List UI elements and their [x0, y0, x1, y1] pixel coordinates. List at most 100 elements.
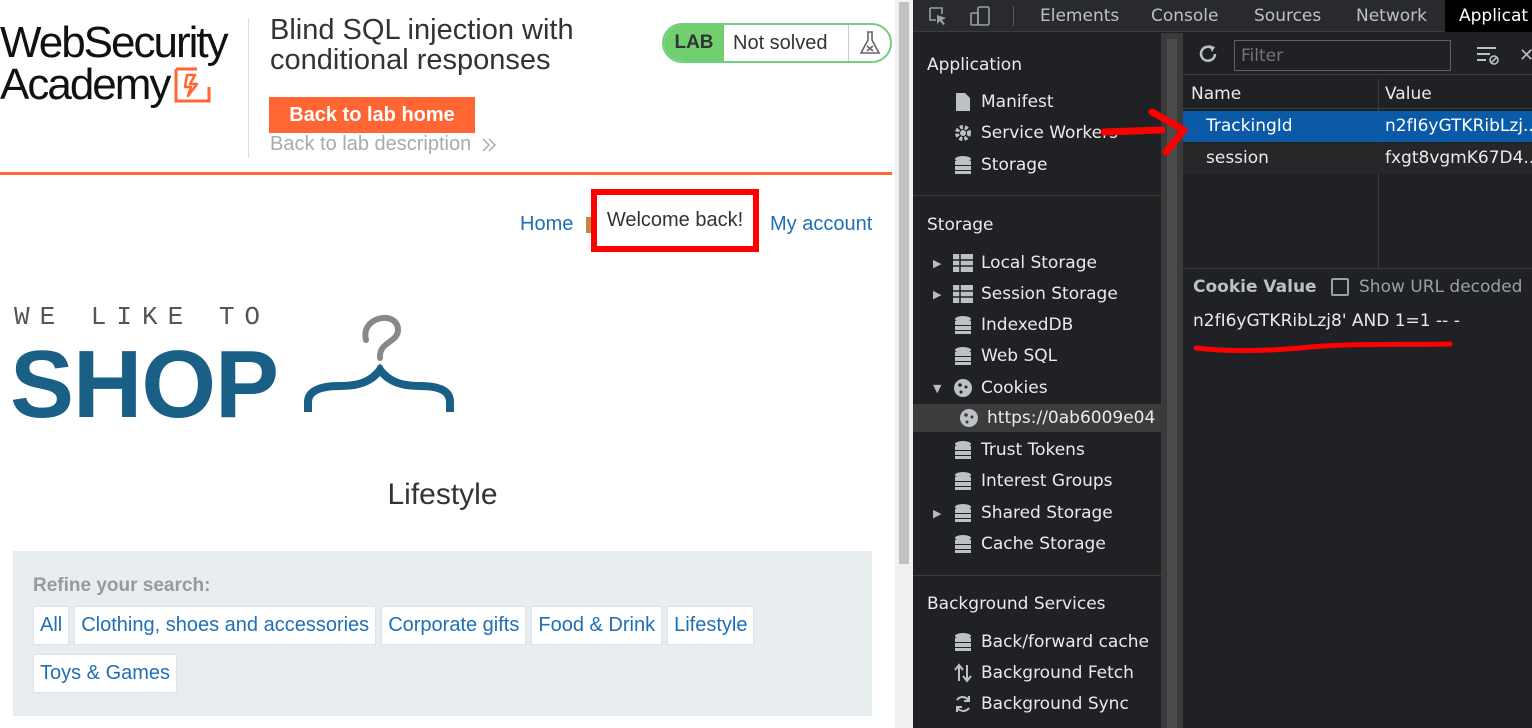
sidebar-item-session-storage[interactable]: ▶ Session Storage [933, 280, 1161, 308]
sidebar-item-label: Background Sync [981, 694, 1129, 714]
database-icon [953, 346, 973, 366]
table-row[interactable]: session fxgt8vgmK67D4... [1183, 143, 1532, 174]
sidebar-item-back-forward-cache[interactable]: Back/forward cache [933, 628, 1161, 656]
database-icon [953, 471, 973, 491]
expand-arrow-icon[interactable]: ▶ [933, 507, 947, 520]
sidebar-divider [913, 575, 1161, 576]
sidebar-item-label: IndexedDB [981, 315, 1074, 335]
sidebar-item-indexeddb[interactable]: IndexedDB [933, 311, 1161, 339]
database-icon [953, 315, 973, 335]
nav-my-account-link[interactable]: My account [770, 213, 872, 236]
flask-icon [849, 25, 890, 61]
cookie-value: n2fI6yGTKRibLzj... [1385, 116, 1532, 136]
cookie-name: session [1206, 148, 1269, 168]
sidebar-item-web-sql[interactable]: Web SQL [933, 342, 1161, 370]
shop-logo-wordmark: SHOP [10, 331, 279, 438]
column-header-value[interactable]: Value [1385, 84, 1432, 104]
filter-tag-clothing[interactable]: Clothing, shoes and accessories [74, 606, 377, 645]
tab-sources[interactable]: Sources [1240, 0, 1335, 32]
sidebar-item-cookie-origin[interactable]: https://0ab6009e04 [913, 404, 1161, 432]
cookies-toolbar: ✕ [1183, 33, 1532, 75]
sidebar-item-trust-tokens[interactable]: Trust Tokens [933, 436, 1161, 464]
sidebar-item-local-storage[interactable]: ▶ Local Storage [933, 249, 1161, 277]
nav-home-link[interactable]: Home [520, 213, 573, 236]
double-chevron-right-icon [482, 137, 497, 152]
category-title: Lifestyle [387, 478, 498, 511]
page-scrollbar-thumb[interactable] [899, 2, 909, 564]
tab-console[interactable]: Console [1137, 0, 1233, 32]
sidebar-item-cache-storage[interactable]: Cache Storage [933, 530, 1161, 558]
sidebar-item-label: Back/forward cache [981, 632, 1149, 652]
sidebar-section-application: Application [927, 55, 1022, 75]
database-icon [953, 440, 973, 460]
lab-status-badge: LAB Not solved [662, 23, 892, 63]
cookie-value-text[interactable]: n2fI6yGTKRibLzj8' AND 1=1 -- - [1193, 311, 1460, 331]
device-toolbar-icon[interactable] [969, 5, 991, 27]
lab-title: Blind SQL injection with conditional res… [270, 14, 574, 76]
collapse-arrow-icon[interactable]: ▼ [933, 382, 947, 395]
tab-elements[interactable]: Elements [1026, 0, 1133, 32]
cookies-table-header: Name Value [1183, 79, 1532, 109]
shop-logo-tagline: WE LIKE TO [14, 302, 271, 332]
sidebar-item-label: Local Storage [981, 253, 1097, 273]
filter-label: Refine your search: [33, 575, 211, 596]
welcome-back-message: Welcome back! [591, 189, 759, 252]
page-scrollbar[interactable] [895, 0, 913, 728]
sidebar-item-interest-groups[interactable]: Interest Groups [933, 467, 1161, 495]
inspect-element-icon[interactable] [927, 5, 949, 27]
sidebar-item-label: https://0ab6009e04 [987, 408, 1156, 428]
sidebar-section-storage: Storage [927, 215, 994, 235]
sidebar-item-cookies[interactable]: ▼ Cookies [933, 374, 1161, 402]
expand-arrow-icon[interactable]: ▶ [933, 257, 947, 270]
back-to-lab-home-button[interactable]: Back to lab home [269, 97, 475, 133]
lab-web-page: WebSecurity Academy Blind SQL injection … [0, 0, 895, 728]
sidebar-item-shared-storage[interactable]: ▶ Shared Storage [933, 499, 1161, 527]
filter-tags: All Clothing, shoes and accessories Corp… [33, 606, 863, 693]
academy-bolt-icon [174, 67, 211, 103]
cookie-icon [959, 408, 979, 428]
annotation-underline [1193, 341, 1453, 354]
clear-filtered-icon[interactable] [1476, 44, 1500, 66]
filter-tag-corporate-gifts[interactable]: Corporate gifts [381, 606, 527, 645]
show-url-decoded-label[interactable]: Show URL decoded [1359, 277, 1522, 297]
filter-tag-lifestyle[interactable]: Lifestyle [667, 606, 755, 645]
sidebar-item-background-fetch[interactable]: Background Fetch [933, 659, 1161, 687]
table-row[interactable]: TrackingId n2fI6yGTKRibLzj... [1183, 111, 1532, 142]
cookie-name: TrackingId [1206, 116, 1293, 136]
table-bottom-border[interactable] [1183, 268, 1532, 269]
sidebar-section-background-services: Background Services [927, 594, 1106, 614]
cookie-icon [953, 378, 973, 398]
sidebar-item-background-sync[interactable]: Background Sync [933, 690, 1161, 718]
sidebar-item-label: Cache Storage [981, 534, 1106, 554]
cookie-value-header: Cookie Value [1193, 277, 1317, 297]
sidebar-item-label: Shared Storage [981, 503, 1113, 523]
filter-tag-food-drink[interactable]: Food & Drink [531, 606, 663, 645]
column-header-name[interactable]: Name [1191, 84, 1241, 104]
logo-line1: WebSecurity [0, 18, 229, 67]
filter-tag-toys-games[interactable]: Toys & Games [33, 654, 178, 693]
web-security-academy-logo[interactable]: WebSecurity Academy [0, 18, 250, 109]
close-icon[interactable]: ✕ [1519, 45, 1532, 66]
cookie-value: fxgt8vgmK67D4... [1385, 148, 1532, 168]
sidebar-item-label: Session Storage [981, 284, 1118, 304]
show-url-decoded-checkbox[interactable] [1331, 278, 1349, 296]
sidebar-item-label: Manifest [981, 92, 1054, 112]
logo-line2: Academy [0, 60, 171, 109]
back-to-lab-description-link[interactable]: Back to lab description [270, 133, 497, 156]
tab-network[interactable]: Network [1342, 0, 1441, 32]
expand-arrow-icon[interactable]: ▶ [933, 288, 947, 301]
tab-application[interactable]: Applicat [1445, 0, 1532, 32]
sidebar-divider [913, 195, 1161, 196]
up-down-arrows-icon [953, 663, 973, 683]
cookies-pane: ✕ Name Value TrackingId n2fI6yGTKRibLzj.… [1183, 33, 1532, 728]
filter-tag-all[interactable]: All [33, 606, 70, 645]
sidebar-item-label: Cookies [981, 378, 1048, 398]
sync-icon [953, 694, 973, 714]
devtools-tabbar: Elements Console Sources Network Applica… [913, 0, 1532, 32]
welcome-back-text: Welcome back! [606, 209, 744, 231]
refresh-icon[interactable] [1197, 43, 1219, 65]
cookies-filter-input[interactable] [1234, 40, 1451, 71]
database-icon [953, 632, 973, 652]
filter-panel: Refine your search: All Clothing, shoes … [13, 551, 872, 716]
database-icon [953, 155, 973, 175]
